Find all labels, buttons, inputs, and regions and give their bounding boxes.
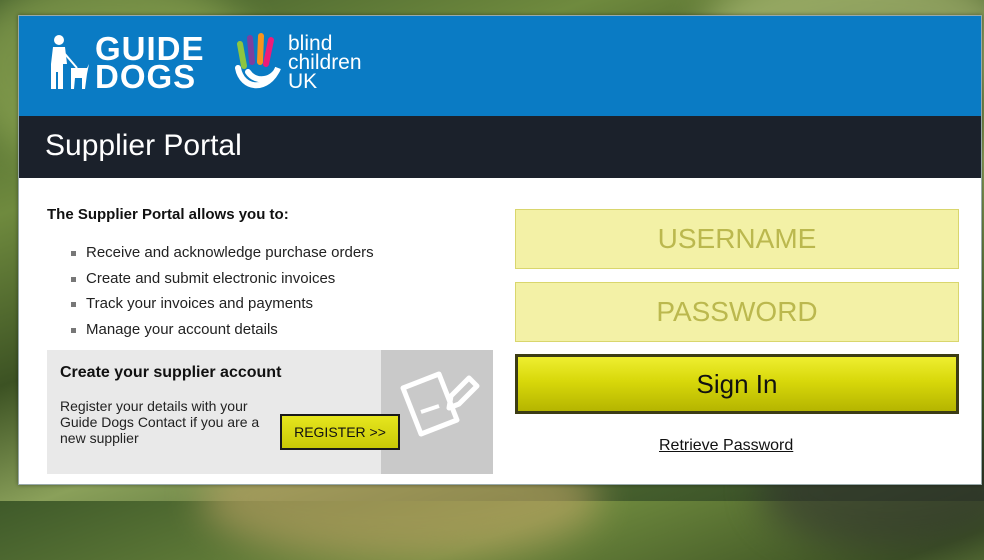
feature-item: Track your invoices and payments: [69, 291, 374, 317]
feature-item: Manage your account details: [69, 317, 374, 343]
feature-list: Receive and acknowledge purchase orders …: [69, 240, 374, 342]
hand-logo-icon: [235, 33, 281, 89]
guide-dogs-logo: GUIDE DOGS: [47, 32, 205, 95]
guide-dog-person-icon: [51, 35, 89, 89]
document-illustration: [381, 350, 493, 474]
guide-dogs-line2: DOGS: [95, 58, 197, 95]
page-title: Supplier Portal: [45, 129, 242, 162]
retrieve-password-link[interactable]: Retrieve Password: [659, 437, 793, 455]
register-button[interactable]: REGISTER >>: [280, 414, 400, 450]
password-input[interactable]: [515, 282, 959, 342]
brand-header: GUIDE DOGS blind children UK: [19, 16, 981, 116]
portal-frame: GUIDE DOGS blind children UK Supplier Po…: [18, 15, 982, 485]
register-description: Register your details with your Guide Do…: [60, 398, 260, 446]
title-bar: Supplier Portal: [19, 116, 981, 178]
sign-in-button[interactable]: Sign In: [515, 354, 959, 414]
username-input[interactable]: [515, 209, 959, 269]
bcuk-line3: UK: [288, 70, 318, 93]
document-edit-icon: [400, 371, 480, 437]
register-panel: Create your supplier account Register yo…: [47, 350, 493, 474]
feature-item: Create and submit electronic invoices: [69, 266, 374, 292]
register-heading: Create your supplier account: [60, 364, 282, 381]
feature-item: Receive and acknowledge purchase orders: [69, 240, 374, 266]
intro-heading: The Supplier Portal allows you to:: [47, 206, 289, 223]
blind-children-uk-logo: blind children UK: [234, 32, 362, 94]
